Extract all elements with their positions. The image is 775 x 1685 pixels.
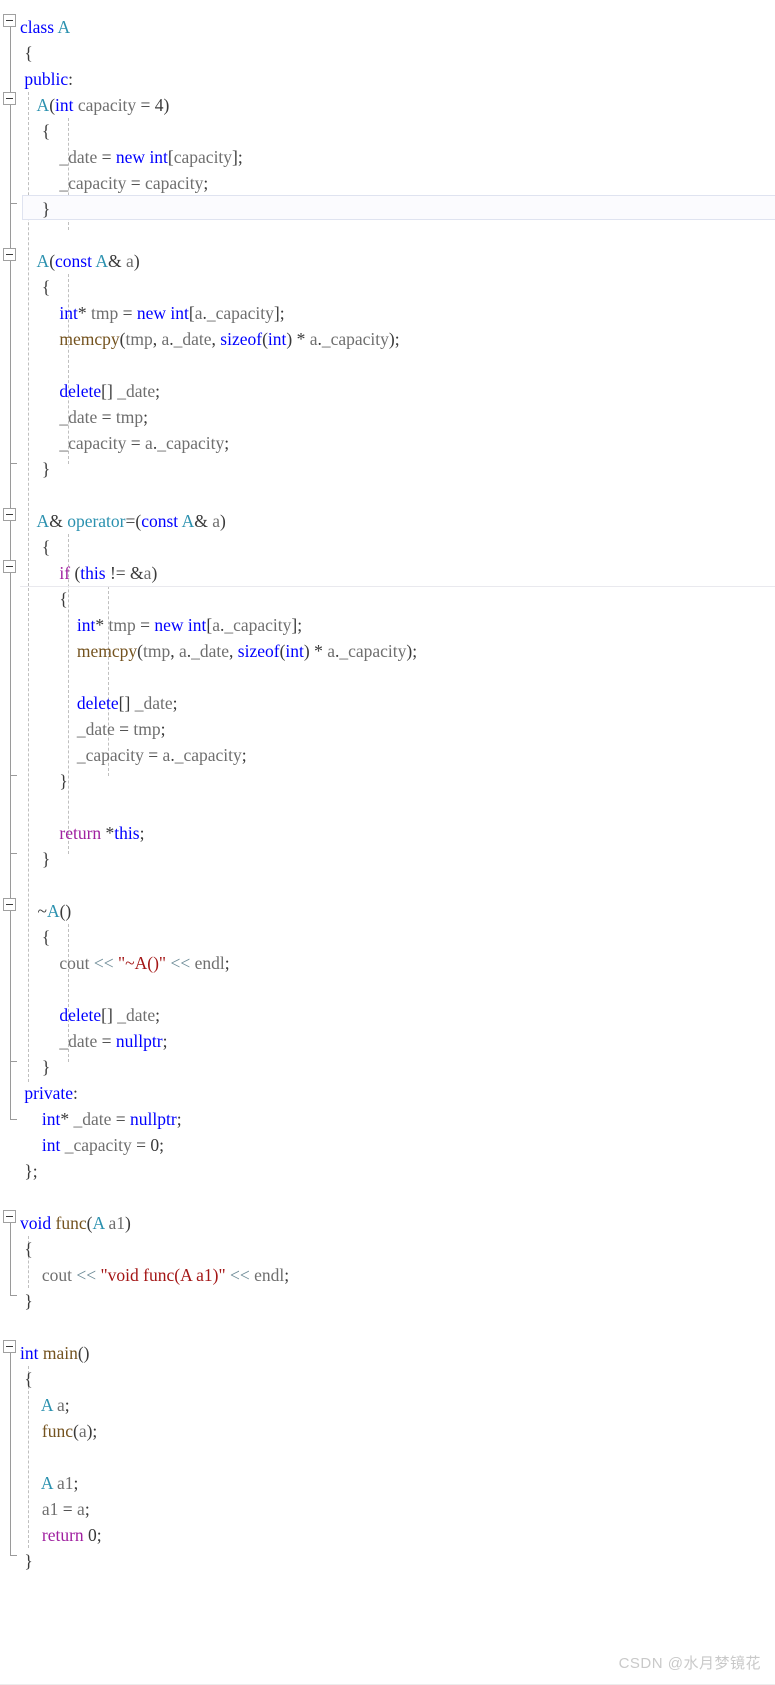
code-line[interactable]: delete[] _date;	[0, 378, 775, 404]
code-line[interactable]: }	[0, 768, 775, 794]
code-line[interactable]: _date = tmp;	[0, 404, 775, 430]
code-line[interactable]: int* tmp = new int[a._capacity];	[0, 300, 775, 326]
code-line[interactable]: memcpy(tmp, a._date, sizeof(int) * a._ca…	[0, 638, 775, 664]
code-line[interactable]: {	[0, 274, 775, 300]
code-line[interactable]: cout << "void func(A a1)" << endl;	[0, 1262, 775, 1288]
code-line[interactable]: _date = nullptr;	[0, 1028, 775, 1054]
code-line[interactable]	[0, 794, 775, 820]
code-line[interactable]: _date = tmp;	[0, 716, 775, 742]
code-line[interactable]: A a;	[0, 1392, 775, 1418]
code-line[interactable]: };	[0, 1158, 775, 1184]
code-line[interactable]	[0, 1184, 775, 1210]
code-line[interactable]	[0, 1444, 775, 1470]
code-line[interactable]	[0, 352, 775, 378]
code-line[interactable]: {	[0, 586, 775, 612]
code-line[interactable]: }	[0, 456, 775, 482]
code-line[interactable]: void func(A a1)	[0, 1210, 775, 1236]
code-line[interactable]: int main()	[0, 1340, 775, 1366]
code-line[interactable]: A(const A& a)	[0, 248, 775, 274]
code-line[interactable]: A& operator=(const A& a)	[0, 508, 775, 534]
code-line[interactable]: delete[] _date;	[0, 1002, 775, 1028]
code-line[interactable]: A(int capacity = 4)	[0, 92, 775, 118]
code-line[interactable]: if (this != &a)	[0, 560, 775, 586]
code-line[interactable]: _capacity = a._capacity;	[0, 742, 775, 768]
code-line[interactable]: cout << "~A()" << endl;	[0, 950, 775, 976]
code-line[interactable]: private:	[0, 1080, 775, 1106]
code-line[interactable]: _capacity = a._capacity;	[0, 430, 775, 456]
code-line[interactable]: _date = new int[capacity];	[0, 144, 775, 170]
code-line[interactable]: ~A()	[0, 898, 775, 924]
code-line[interactable]: _capacity = capacity;	[0, 170, 775, 196]
code-line[interactable]: int* tmp = new int[a._capacity];	[0, 612, 775, 638]
code-line[interactable]: memcpy(tmp, a._date, sizeof(int) * a._ca…	[0, 326, 775, 352]
code-line[interactable]: int _capacity = 0;	[0, 1132, 775, 1158]
code-line[interactable]: a1 = a;	[0, 1496, 775, 1522]
code-line[interactable]: {	[0, 924, 775, 950]
code-line[interactable]: public:	[0, 66, 775, 92]
code-line[interactable]: {	[0, 40, 775, 66]
code-line[interactable]	[0, 482, 775, 508]
code-line[interactable]	[0, 976, 775, 1002]
code-line[interactable]: }	[0, 1288, 775, 1314]
code-line[interactable]	[0, 872, 775, 898]
code-line[interactable]: }	[0, 1054, 775, 1080]
code-line[interactable]: {	[0, 118, 775, 144]
csdn-watermark: CSDN @水月梦镜花	[619, 1652, 761, 1673]
code-line[interactable]	[0, 1314, 775, 1340]
code-line[interactable]	[0, 222, 775, 248]
code-line[interactable]	[0, 664, 775, 690]
code-line[interactable]: {	[0, 534, 775, 560]
code-line[interactable]: class A	[0, 14, 775, 40]
code-line[interactable]: }	[0, 846, 775, 872]
code-editor-surface[interactable]: class A { public: A(int capacity = 4) { …	[0, 0, 775, 1685]
code-line[interactable]: delete[] _date;	[0, 690, 775, 716]
code-line[interactable]: return 0;	[0, 1522, 775, 1548]
code-line[interactable]: A a1;	[0, 1470, 775, 1496]
code-line[interactable]: }	[0, 196, 775, 222]
code-line[interactable]: {	[0, 1236, 775, 1262]
watermark-text: CSDN @水月梦镜花	[618, 1655, 761, 1672]
code-line[interactable]: func(a);	[0, 1418, 775, 1444]
code-line[interactable]: return *this;	[0, 820, 775, 846]
code-line[interactable]: int* _date = nullptr;	[0, 1106, 775, 1132]
code-line[interactable]: }	[0, 1548, 775, 1574]
code-line[interactable]: {	[0, 1366, 775, 1392]
